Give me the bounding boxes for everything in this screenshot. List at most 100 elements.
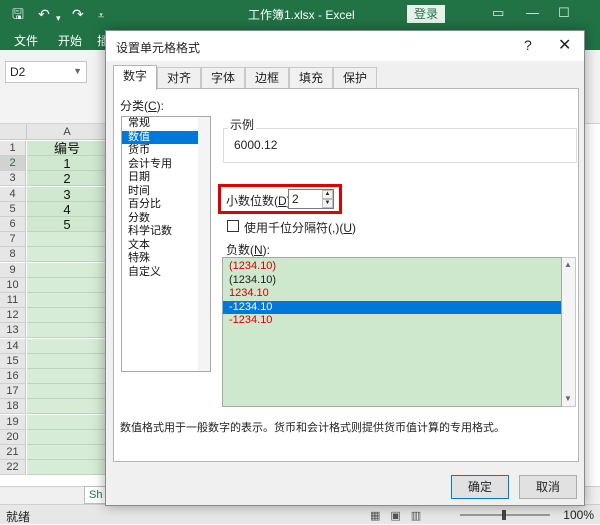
ok-button[interactable]: 确定 — [451, 475, 509, 499]
row-header[interactable]: 14 — [0, 338, 26, 354]
tab-alignment[interactable]: 对齐 — [157, 67, 201, 89]
tab-border[interactable]: 边框 — [245, 67, 289, 89]
row-header[interactable]: 12 — [0, 308, 26, 324]
cell-a[interactable]: 2 — [27, 171, 107, 187]
row-header[interactable]: 5 — [0, 201, 26, 217]
cancel-button[interactable]: 取消 — [519, 475, 577, 499]
tab-number[interactable]: 数字 — [113, 65, 157, 90]
row-header[interactable]: 21 — [0, 445, 26, 460]
category-item[interactable]: 会计专用 — [122, 158, 210, 172]
minimize-icon[interactable]: — — [526, 5, 539, 20]
cell-a[interactable] — [27, 338, 107, 354]
redo-icon[interactable]: ↷ — [72, 5, 84, 23]
category-item[interactable]: 数值 — [122, 130, 210, 144]
cell-a[interactable] — [27, 262, 107, 278]
scroll-down-icon[interactable]: ▼ — [564, 394, 572, 403]
category-item[interactable]: 货币 — [122, 144, 210, 158]
row-header[interactable]: 10 — [0, 277, 26, 293]
tab-home[interactable]: 开始 — [58, 32, 82, 49]
cell-a[interactable] — [27, 414, 107, 430]
cell-a[interactable] — [27, 384, 107, 400]
row-header[interactable]: 11 — [0, 293, 26, 308]
category-item[interactable]: 时间 — [122, 185, 210, 199]
cell-a[interactable] — [27, 232, 107, 248]
row-header[interactable]: 2 — [0, 156, 26, 172]
cell-a[interactable]: 5 — [27, 217, 107, 232]
cell-a[interactable] — [27, 460, 107, 476]
row-header[interactable]: 19 — [0, 414, 26, 430]
login-button[interactable]: 登录 — [407, 5, 445, 23]
chevron-down-icon[interactable]: ▼ — [73, 66, 82, 76]
cell-a[interactable] — [27, 308, 107, 324]
view-mode-icons[interactable]: ▦▣▥ — [370, 509, 431, 522]
customize-toolbar-icon[interactable]: ⩡ — [98, 7, 104, 25]
negative-format-item[interactable]: (1234.10) — [223, 274, 561, 288]
row-header[interactable]: 3 — [0, 171, 26, 187]
category-list[interactable]: 常规 数值 货币 会计专用 日期 时间 百分比 分数 科学记数 文本 特殊 自定义 — [121, 116, 211, 372]
tab-fill[interactable]: 填充 — [289, 67, 333, 89]
cell-a[interactable]: 4 — [27, 201, 107, 217]
cell-a[interactable] — [27, 399, 107, 415]
close-icon[interactable]: ✕ — [558, 35, 571, 55]
cell-a[interactable] — [27, 247, 107, 263]
cell-a[interactable] — [27, 323, 107, 339]
undo-dropdown-icon[interactable]: ▾ — [56, 9, 61, 27]
negative-format-item[interactable]: (1234.10) — [223, 260, 561, 274]
negative-format-item[interactable]: -1234.10 — [223, 314, 561, 328]
category-item[interactable]: 分数 — [122, 212, 210, 226]
row-header[interactable]: 1 — [0, 141, 26, 156]
negative-list-scrollbar[interactable]: ▲ ▼ — [562, 257, 576, 407]
category-item[interactable]: 常规 — [122, 117, 210, 131]
cell-a[interactable] — [27, 353, 107, 369]
row-header[interactable]: 20 — [0, 429, 26, 445]
row-header[interactable]: 9 — [0, 262, 26, 278]
tab-file[interactable]: 文件 — [14, 32, 38, 49]
category-item[interactable]: 百分比 — [122, 198, 210, 212]
category-item[interactable]: 科学记数 — [122, 225, 210, 239]
cell-a[interactable]: 1 — [27, 156, 107, 172]
row-header[interactable]: 7 — [0, 232, 26, 248]
category-item[interactable]: 自定义 — [122, 266, 210, 280]
row-header[interactable]: 6 — [0, 217, 26, 232]
spin-down-icon[interactable]: ▼ — [322, 199, 333, 208]
row-header[interactable]: 8 — [0, 247, 26, 263]
name-box[interactable]: D2 ▼ — [5, 61, 87, 83]
negative-numbers-list[interactable]: (1234.10) (1234.10) 1234.10 -1234.10 -1234.1… — [222, 257, 562, 407]
column-header-a[interactable]: A — [27, 124, 108, 140]
cell-a[interactable]: 编号 — [27, 141, 107, 156]
maximize-icon[interactable]: ☐ — [558, 5, 570, 21]
cell-a[interactable] — [27, 277, 107, 293]
cell-a[interactable]: 3 — [27, 186, 107, 202]
tab-font[interactable]: 字体 — [201, 67, 245, 89]
zoom-slider[interactable] — [460, 510, 550, 520]
scroll-up-icon[interactable]: ▲ — [564, 260, 572, 269]
category-item[interactable]: 文本 — [122, 239, 210, 253]
select-all-corner[interactable] — [0, 124, 27, 140]
row-header[interactable]: 15 — [0, 353, 26, 369]
cell-a[interactable] — [27, 445, 107, 460]
save-icon[interactable]: 🖫 — [12, 5, 24, 23]
undo-icon[interactable]: ↶ — [38, 5, 50, 23]
ribbon-display-icon[interactable]: ▭ — [492, 5, 504, 21]
zoom-level[interactable]: 100% — [563, 508, 594, 522]
category-item[interactable]: 特殊 — [122, 252, 210, 266]
row-header[interactable]: 13 — [0, 323, 26, 339]
cell-a[interactable] — [27, 293, 107, 308]
negative-format-item[interactable]: -1234.10 — [223, 300, 561, 314]
thousands-separator-checkbox[interactable] — [227, 220, 239, 232]
sheet-tab[interactable]: Sh — [84, 486, 106, 504]
cell-a[interactable] — [27, 369, 107, 384]
cell-a[interactable] — [27, 429, 107, 445]
row-header[interactable]: 16 — [0, 369, 26, 384]
negative-format-item[interactable]: 1234.10 — [223, 287, 561, 301]
row-header[interactable]: 4 — [0, 186, 26, 202]
spin-up-icon[interactable]: ▲ — [322, 190, 333, 199]
decimal-places-stepper[interactable]: ▲ ▼ — [322, 190, 333, 208]
zoom-slider-handle[interactable] — [502, 510, 506, 520]
row-header[interactable]: 17 — [0, 384, 26, 400]
row-header[interactable]: 18 — [0, 399, 26, 415]
category-scrollbar[interactable] — [198, 117, 210, 371]
tab-protection[interactable]: 保护 — [333, 67, 377, 89]
category-item[interactable]: 日期 — [122, 171, 210, 185]
help-icon[interactable]: ? — [524, 37, 532, 53]
